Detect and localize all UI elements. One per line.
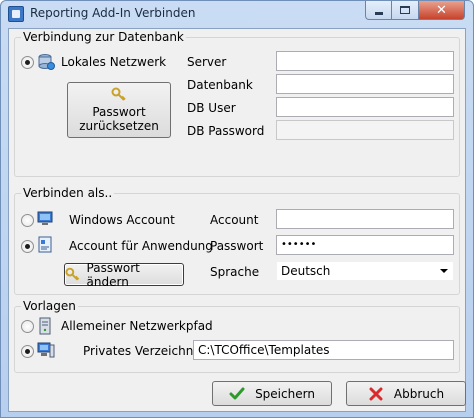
server-input[interactable] — [276, 51, 454, 71]
maximize-button[interactable] — [392, 1, 419, 20]
database-connection-group: Verbindung zur Datenbank Lokales Netzwer… — [14, 30, 460, 177]
password-input[interactable]: •••••• — [276, 235, 454, 255]
radio-network-path[interactable] — [21, 320, 34, 333]
application-account-label: Account für Anwendung — [69, 239, 213, 253]
title-bar[interactable]: Reporting Add-In Verbinden ✕ — [1, 1, 473, 27]
db-password-label: DB Password — [187, 124, 265, 138]
local-network-label: Lokales Netzwerk — [61, 55, 167, 69]
dialog-window: Reporting Add-In Verbinden ✕ Verbindung … — [0, 0, 474, 418]
computer-icon — [37, 211, 53, 225]
minimize-button[interactable] — [365, 1, 392, 20]
account-input[interactable] — [276, 209, 454, 229]
templates-group: Vorlagen Allemeiner Netzwerkpfad Private… — [14, 299, 460, 373]
key-icon — [65, 267, 80, 281]
language-label: Sprache — [210, 265, 260, 279]
window-title: Reporting Add-In Verbinden — [30, 6, 196, 20]
db-user-label: DB User — [187, 101, 236, 115]
save-button[interactable]: Speichern — [212, 381, 332, 406]
change-password-label: Passwort ändern — [86, 260, 140, 289]
chevron-down-icon — [440, 269, 448, 273]
server-tower-icon — [39, 317, 51, 335]
id-card-icon — [38, 236, 52, 253]
reset-password-button[interactable]: Passwort zurücksetzen — [67, 82, 171, 138]
maximize-icon — [400, 6, 410, 14]
network-path-label: Allemeiner Netzwerkpfad — [61, 319, 213, 333]
private-directory-label: Privates Verzeichnis — [83, 344, 203, 358]
db-user-input[interactable] — [276, 97, 454, 117]
radio-windows-account[interactable] — [21, 214, 34, 227]
password-label: Passwort — [210, 239, 264, 253]
language-select-value: Deutsch — [281, 264, 331, 278]
templates-group-title: Vorlagen — [21, 299, 78, 313]
account-label: Account — [210, 213, 259, 227]
reset-password-label: Passwort zurücksetzen — [79, 105, 159, 133]
database-connection-group-title: Verbindung zur Datenbank — [21, 30, 186, 44]
checkmark-icon — [229, 387, 245, 399]
save-button-label: Speichern — [255, 386, 315, 401]
desktop-computer-icon — [37, 342, 55, 358]
database-input[interactable] — [276, 74, 454, 94]
language-select[interactable]: Deutsch — [276, 261, 454, 281]
radio-application-account[interactable] — [21, 240, 34, 253]
connect-as-group: Verbinden als.. Windows Account Account … — [14, 186, 460, 295]
windows-account-label: Windows Account — [69, 213, 175, 227]
radio-local-network[interactable] — [21, 56, 34, 69]
connect-as-group-title: Verbinden als.. — [21, 186, 115, 200]
db-password-input[interactable] — [276, 120, 454, 140]
minimize-icon — [374, 11, 383, 15]
private-directory-input[interactable]: C:\TCOffice\Templates — [193, 340, 454, 360]
change-password-button[interactable]: Passwort ändern — [64, 260, 184, 289]
app-icon — [8, 6, 24, 22]
database-label: Datenbank — [187, 78, 253, 92]
close-icon: ✕ — [436, 2, 447, 18]
cancel-button-label: Abbruch — [393, 386, 445, 401]
server-label: Server — [187, 55, 227, 69]
key-icon — [111, 87, 126, 101]
network-icon — [38, 54, 55, 70]
cancel-x-icon — [369, 387, 383, 400]
radio-private-directory[interactable] — [21, 345, 34, 358]
cancel-button[interactable]: Abbruch — [346, 381, 466, 406]
dialog-client-area: Verbindung zur Datenbank Lokales Netzwer… — [8, 28, 466, 412]
close-button[interactable]: ✕ — [419, 1, 465, 20]
